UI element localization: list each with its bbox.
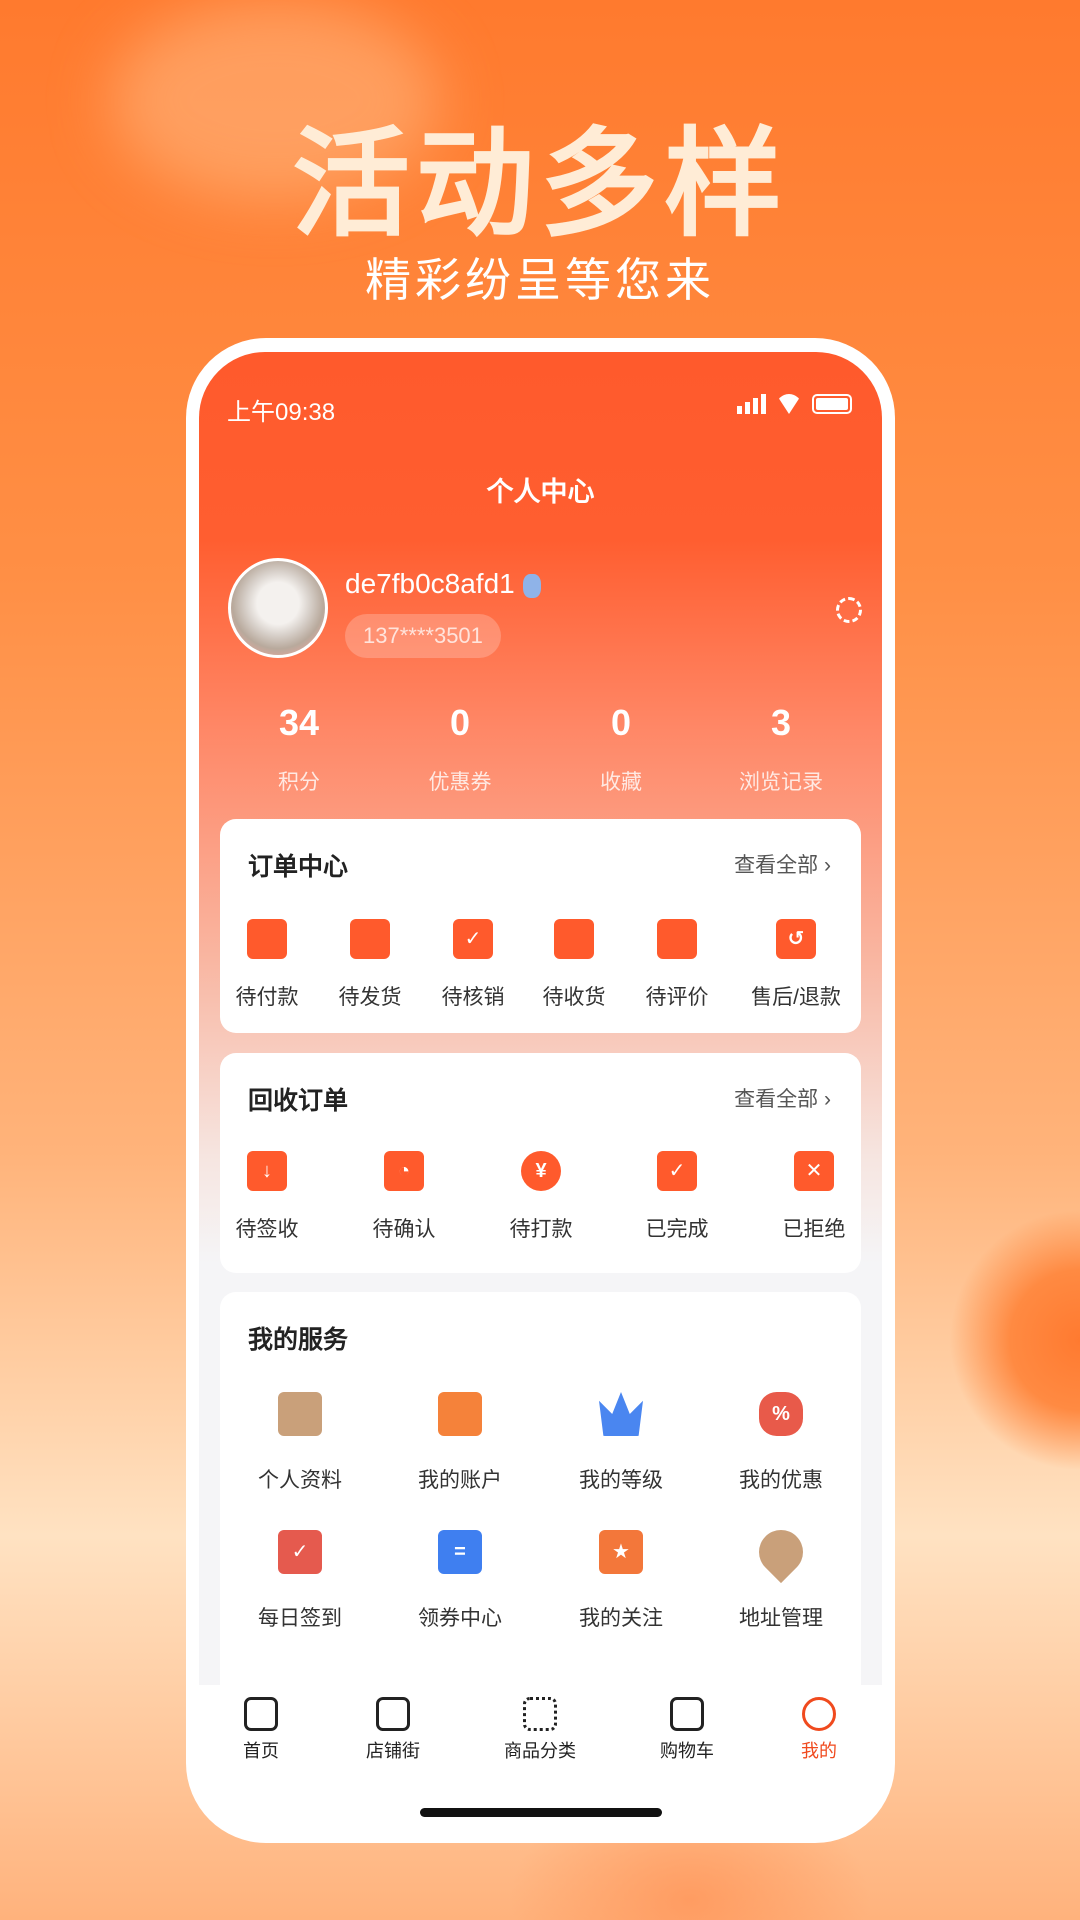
tab-home[interactable]: 首页: [206, 1697, 316, 1763]
service-following[interactable]: ★ 我的关注: [561, 1530, 681, 1632]
wallet-icon: [438, 1392, 482, 1436]
my-services-card: 我的服务 个人资料 我的账户 我的等级 % 我的优惠 ✓ 每日签到 = 领券中心 ★ 我…: [220, 1292, 861, 1692]
service-checkin[interactable]: ✓ 每日签到: [240, 1530, 360, 1632]
order-pending-receipt[interactable]: 待收货: [514, 919, 634, 1011]
location-icon: [749, 1520, 813, 1584]
card-title: 订单中心: [248, 853, 349, 881]
recycle-completed[interactable]: ✓ 已完成: [617, 1151, 737, 1243]
order-refund[interactable]: ↺ 售后/退款: [736, 919, 856, 1011]
recycle-pending-confirm[interactable]: ◔ 待确认: [344, 1151, 464, 1243]
tab-mine[interactable]: 我的: [764, 1697, 874, 1763]
service-address[interactable]: 地址管理: [721, 1520, 841, 1632]
signal-icon: [737, 394, 766, 414]
battery-icon: [812, 394, 852, 414]
medal-icon: [522, 573, 541, 598]
order-pending-review[interactable]: 待评价: [617, 919, 737, 1011]
tab-stores[interactable]: 店铺街: [338, 1697, 448, 1763]
home-indicator: [420, 1808, 662, 1817]
promo-subtitle: 精彩纷呈等您来: [365, 254, 715, 306]
stat-history[interactable]: 3 浏览记录: [701, 702, 861, 796]
stat-points[interactable]: 34 积分: [219, 702, 379, 796]
profile-icon: [278, 1392, 322, 1436]
page-title: 个人中心: [486, 477, 595, 507]
stat-favorites[interactable]: 0 收藏: [541, 702, 701, 796]
comment-icon: [657, 919, 697, 959]
username: de7fb0c8afd1: [345, 568, 541, 600]
card-title: 回收订单: [248, 1087, 349, 1115]
store-icon: [376, 1697, 410, 1731]
service-profile[interactable]: 个人资料: [240, 1392, 360, 1494]
crown-icon: [599, 1392, 643, 1436]
tab-categories[interactable]: 商品分类: [485, 1697, 595, 1763]
promo-headline: 活动多样: [291, 119, 788, 251]
calendar-check-icon: ✓: [453, 919, 493, 959]
card-title: 我的服务: [248, 1326, 349, 1354]
view-all-recycle-link[interactable]: 查看全部 ›: [734, 1083, 831, 1113]
home-icon: [244, 1697, 278, 1731]
tab-cart[interactable]: 购物车: [632, 1697, 742, 1763]
recycle-pending-payout[interactable]: ¥ 待打款: [481, 1151, 601, 1243]
bottom-tab-bar: 首页 店铺街 商品分类 购物车 我的: [199, 1685, 882, 1785]
star-bookmark-icon: ★: [599, 1530, 643, 1574]
refund-icon: ↺: [776, 919, 816, 959]
wallet-icon: [247, 919, 287, 959]
box-icon: [554, 919, 594, 959]
stat-coupons[interactable]: 0 优惠券: [380, 702, 540, 796]
avatar[interactable]: [228, 558, 328, 658]
doc-clock-icon: ◔: [384, 1151, 424, 1191]
service-coupon-center[interactable]: = 领券中心: [400, 1530, 520, 1632]
gear-icon[interactable]: [836, 597, 862, 623]
order-center-card: 订单中心 查看全部 › 待付款 待发货 ✓ 待核销 待收货 待评价 ↺ 售后/退款: [220, 819, 861, 1033]
service-level[interactable]: 我的等级: [561, 1392, 681, 1494]
doc-x-icon: ✕: [794, 1151, 834, 1191]
grid-icon: [523, 1697, 557, 1731]
recycle-order-card: 回收订单 查看全部 › ↓ 待签收 ◔ 待确认 ¥ 待打款 ✓ 已完成 ✕ 已拒绝: [220, 1053, 861, 1273]
truck-icon: [350, 919, 390, 959]
smile-icon: [802, 1697, 836, 1731]
service-discount[interactable]: % 我的优惠: [721, 1392, 841, 1494]
order-pending-shipment[interactable]: 待发货: [310, 919, 430, 1011]
calendar-check-icon: ✓: [278, 1530, 322, 1574]
screen: 上午09:38 个人中心 de7fb0c8afd1 137****3501 34…: [199, 352, 882, 1692]
money-bag-icon: ¥: [521, 1151, 561, 1191]
phone-number: 137****3501: [345, 614, 501, 658]
delivery-icon: ↓: [247, 1151, 287, 1191]
ticket-icon: =: [438, 1530, 482, 1574]
view-all-orders-link[interactable]: 查看全部 ›: [734, 849, 831, 879]
service-account[interactable]: 我的账户: [400, 1392, 520, 1494]
wifi-icon: [776, 394, 802, 414]
status-time: 上午09:38: [227, 399, 336, 426]
order-pending-payment[interactable]: 待付款: [207, 919, 327, 1011]
status-icons: [737, 394, 852, 414]
discount-icon: %: [759, 1392, 803, 1436]
cart-icon: [670, 1697, 704, 1731]
phone-frame: 上午09:38 个人中心 de7fb0c8afd1 137****3501 34…: [186, 338, 895, 1843]
recycle-rejected[interactable]: ✕ 已拒绝: [754, 1151, 874, 1243]
doc-check-icon: ✓: [657, 1151, 697, 1191]
recycle-pending-sign[interactable]: ↓ 待签收: [207, 1151, 327, 1243]
